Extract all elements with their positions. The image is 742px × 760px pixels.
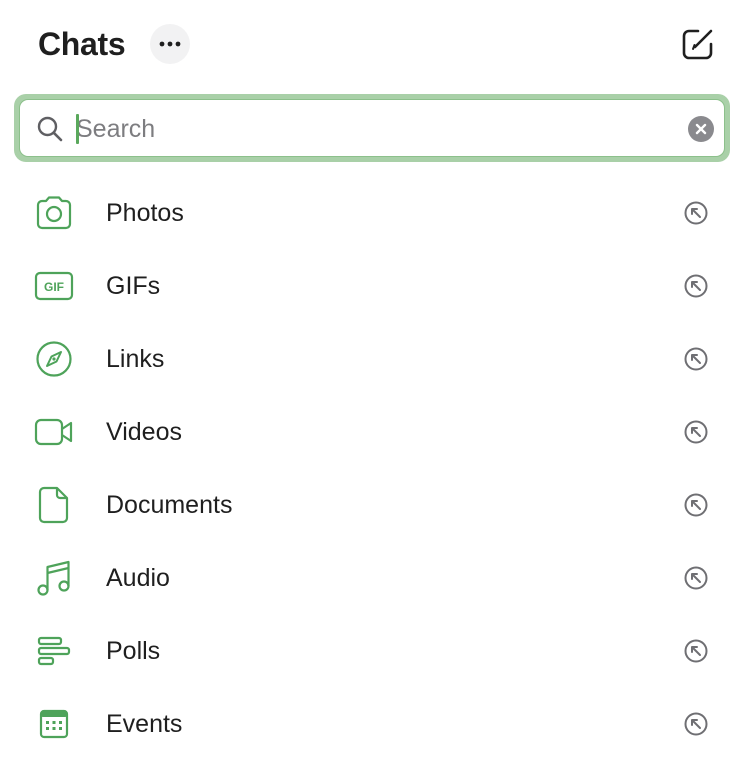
jump-arrow-icon[interactable]	[683, 273, 709, 299]
music-note-icon	[37, 560, 70, 596]
filter-item-label: Audio	[106, 564, 170, 592]
filter-item-documents[interactable]: Documents	[0, 469, 742, 542]
search-icon	[37, 116, 63, 142]
jump-arrow-icon[interactable]	[683, 565, 709, 591]
jump-arrow-icon[interactable]	[683, 711, 709, 737]
chats-panel: Chats Search Photos GIF GIFs Links Video…	[0, 0, 742, 760]
filter-item-links[interactable]: Links	[0, 323, 742, 396]
calendar-icon	[39, 709, 69, 739]
video-camera-icon	[34, 418, 73, 446]
jump-arrow-icon[interactable]	[683, 492, 709, 518]
page-title: Chats	[38, 26, 126, 62]
filter-item-gifs[interactable]: GIF GIFs	[0, 250, 742, 323]
compose-icon	[682, 29, 713, 60]
search-input[interactable]	[76, 108, 676, 150]
poll-icon	[37, 636, 71, 666]
clear-icon	[695, 123, 707, 135]
document-icon	[38, 486, 69, 524]
compass-icon	[36, 341, 72, 377]
text-cursor	[76, 114, 79, 144]
search-filter-list: Photos GIF GIFs Links Videos Documents A…	[0, 177, 742, 760]
search-bar[interactable]	[19, 99, 725, 157]
camera-icon	[36, 196, 72, 230]
jump-arrow-icon[interactable]	[683, 638, 709, 664]
search-focus-ring	[14, 94, 730, 162]
filter-item-label: Links	[106, 345, 165, 373]
gif-icon: GIF	[34, 271, 74, 301]
new-chat-button[interactable]	[678, 24, 718, 64]
filter-item-events[interactable]: Events	[0, 688, 742, 760]
filter-item-photos[interactable]: Photos	[0, 177, 742, 250]
filter-item-label: Videos	[106, 418, 182, 446]
more-options-button[interactable]	[150, 24, 190, 64]
jump-arrow-icon[interactable]	[683, 200, 709, 226]
filter-item-polls[interactable]: Polls	[0, 615, 742, 688]
jump-arrow-icon[interactable]	[683, 346, 709, 372]
clear-search-button[interactable]	[688, 116, 714, 142]
filter-item-label: Events	[106, 710, 183, 738]
filter-item-audio[interactable]: Audio	[0, 542, 742, 615]
filter-item-videos[interactable]: Videos	[0, 396, 742, 469]
ellipsis-icon	[159, 41, 181, 47]
filter-item-label: GIFs	[106, 272, 161, 300]
jump-arrow-icon[interactable]	[683, 419, 709, 445]
header: Chats	[0, 0, 742, 90]
filter-item-label: Photos	[106, 199, 184, 227]
filter-item-label: Polls	[106, 637, 161, 665]
filter-item-label: Documents	[106, 491, 233, 519]
gif-icon-text: GIF	[44, 280, 64, 294]
